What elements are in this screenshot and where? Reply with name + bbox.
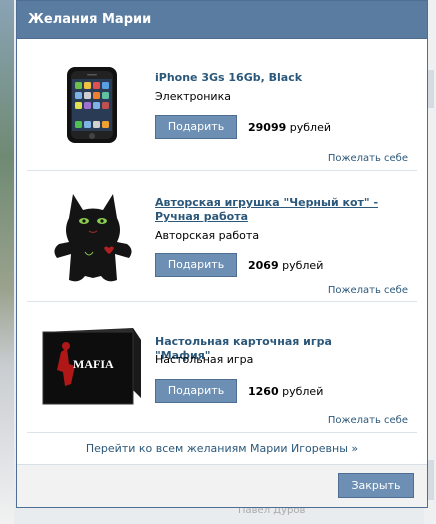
background-page-left bbox=[0, 0, 14, 524]
gift-button[interactable]: Подарить bbox=[155, 253, 237, 277]
wish-item-price: 1260 рублей bbox=[248, 385, 323, 398]
wish-item-price: 2069 рублей bbox=[248, 259, 323, 272]
wish-item-title[interactable]: Авторская игрушка "Черный кот" - Ручная … bbox=[155, 196, 380, 224]
iphone-image[interactable] bbox=[45, 65, 141, 145]
mafia-game-box-image[interactable]: MAFIA bbox=[37, 324, 147, 408]
price-value: 2069 bbox=[248, 259, 279, 272]
wish-self-link[interactable]: Пожелать себе bbox=[328, 285, 408, 296]
dialog-footer: Закрыть bbox=[17, 464, 427, 507]
price-unit: рублей bbox=[286, 121, 332, 134]
price-value: 29099 bbox=[248, 121, 287, 134]
price-unit: рублей bbox=[278, 259, 324, 272]
wish-item-title[interactable]: iPhone 3Gs 16Gb, Black bbox=[155, 71, 380, 85]
wish-self-link[interactable]: Пожелать себе bbox=[328, 153, 408, 164]
wish-item-price: 29099 рублей bbox=[248, 121, 331, 134]
wish-item-category: Авторская работа bbox=[155, 229, 260, 242]
wish-item: iPhone 3Gs 16Gb, Black Электроника Подар… bbox=[27, 39, 417, 171]
wishes-list: iPhone 3Gs 16Gb, Black Электроника Подар… bbox=[27, 39, 417, 455]
all-wishes-link[interactable]: Перейти ко всем желаниям Марии Игоревны … bbox=[27, 442, 417, 455]
gift-button[interactable]: Подарить bbox=[155, 115, 237, 139]
dialog-title: Желания Марии bbox=[17, 1, 427, 39]
price-value: 1260 bbox=[248, 385, 279, 398]
wishes-dialog: Желания Марии iPhone 3Gs 16Gb, Black Эле… bbox=[16, 0, 428, 508]
wish-item-category: Электроника bbox=[155, 90, 231, 103]
price-unit: рублей bbox=[278, 385, 324, 398]
close-button[interactable]: Закрыть bbox=[338, 473, 414, 498]
wish-item: Авторская игрушка "Черный кот" - Ручная … bbox=[27, 171, 417, 302]
wish-self-link[interactable]: Пожелать себе bbox=[328, 415, 408, 426]
black-cat-toy-image[interactable] bbox=[45, 188, 141, 286]
box-title-text: MAFIA bbox=[73, 357, 114, 371]
wish-item-category: Настольная игра bbox=[155, 353, 254, 366]
wish-item: MAFIA Настольная карточная игра "Мафия" … bbox=[27, 302, 417, 433]
gift-button[interactable]: Подарить bbox=[155, 379, 237, 403]
